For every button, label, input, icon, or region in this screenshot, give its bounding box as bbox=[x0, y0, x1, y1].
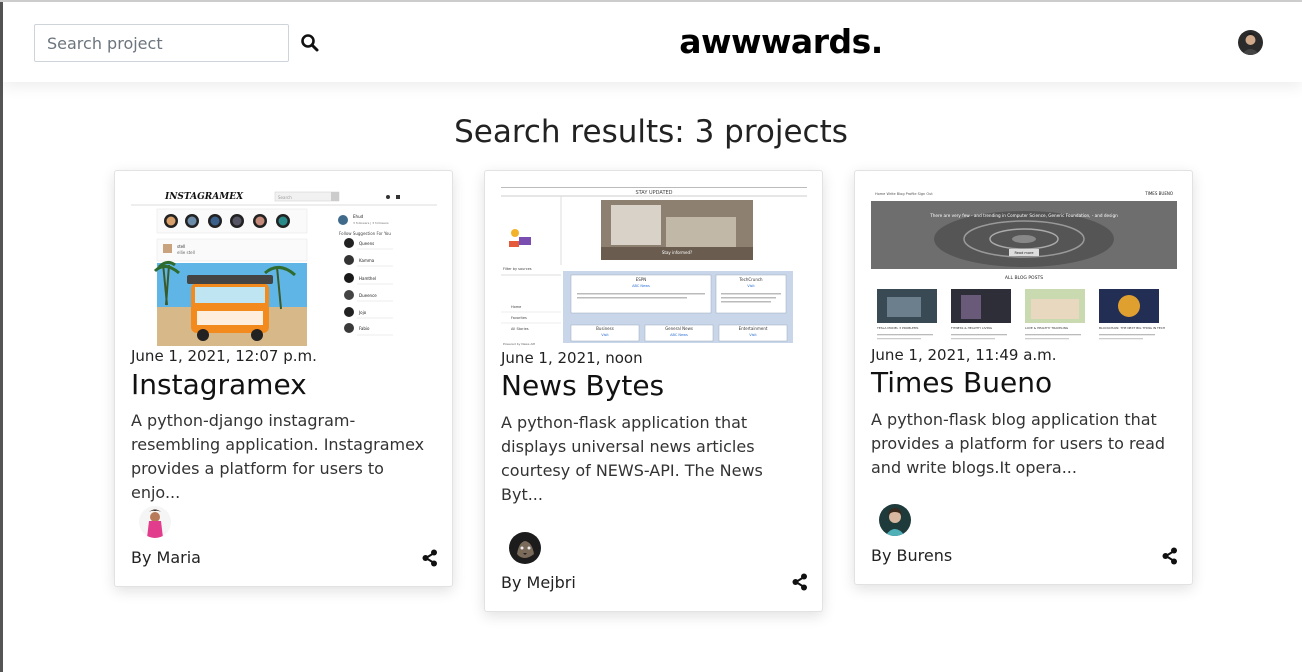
shot-post-caption: ellie stell bbox=[177, 250, 195, 255]
author-avatar[interactable] bbox=[139, 506, 171, 538]
shot-filter-label: Filter by sources bbox=[503, 267, 532, 271]
project-title[interactable]: Times Bueno bbox=[871, 366, 1052, 399]
share-icon[interactable] bbox=[421, 549, 439, 567]
user-avatar[interactable] bbox=[1238, 30, 1263, 55]
shot-hero-button: Read more bbox=[1015, 251, 1034, 255]
shot-source-link: Visit bbox=[747, 284, 755, 288]
page-title: Search results: 3 projects bbox=[454, 114, 848, 150]
shot-side-item: Favorites bbox=[511, 316, 527, 320]
shot-banner: STAY UPDATED bbox=[635, 190, 672, 196]
shot-suggestion-heading: Follow Suggestion For You bbox=[339, 231, 391, 236]
brand-logo[interactable]: awwwards. bbox=[3, 22, 1302, 61]
share-icon[interactable] bbox=[1161, 547, 1179, 565]
shot-source-link: Visit bbox=[601, 333, 609, 337]
project-author: By Maria bbox=[131, 548, 201, 567]
shot-source-link: ABC News bbox=[670, 333, 688, 337]
project-screenshot[interactable]: INSTAGRAMEX Search stell ellie stell Ehu… bbox=[131, 187, 437, 346]
author-avatar[interactable] bbox=[509, 532, 541, 564]
shot-source: Entertainment bbox=[739, 326, 768, 331]
navbar: awwwards. bbox=[3, 2, 1302, 82]
shot-suggestion: Fabio bbox=[359, 326, 370, 331]
project-card[interactable]: STAY UPDATED Stay informed? Filter by so… bbox=[484, 170, 823, 612]
shot-search: Search bbox=[278, 195, 292, 200]
shot-source: TechCrunch bbox=[738, 277, 763, 282]
shot-source-link: ABC News bbox=[632, 284, 650, 288]
shot-source: Business bbox=[596, 326, 614, 331]
shot-suggestion: Kamma bbox=[359, 258, 375, 263]
shot-post: LOVE & HEALTHY TRAVELING bbox=[1025, 326, 1069, 330]
author-avatar[interactable] bbox=[879, 504, 911, 536]
project-author: By Burens bbox=[871, 546, 953, 565]
project-date: June 1, 2021, noon bbox=[501, 349, 643, 367]
shot-suggestion: Dueence bbox=[359, 293, 377, 298]
shot-followers: 3 followers | 3 followers bbox=[353, 221, 389, 225]
shot-source-link: Visit bbox=[749, 333, 757, 337]
project-card[interactable]: Home Write Blog Profile Sign Out TIMES B… bbox=[854, 170, 1193, 585]
share-icon[interactable] bbox=[791, 573, 809, 591]
shot-side-item: All Stories bbox=[511, 327, 529, 331]
project-screenshot[interactable]: STAY UPDATED Stay informed? Filter by so… bbox=[501, 187, 807, 346]
project-author: By Mejbri bbox=[501, 573, 576, 592]
shot-post: TESLA MODEL 3 PROBLEMS bbox=[876, 326, 918, 330]
project-title[interactable]: Instagramex bbox=[131, 368, 307, 401]
project-date: June 1, 2021, 11:49 a.m. bbox=[871, 346, 1057, 364]
shot-section: ALL BLOG POSTS bbox=[1005, 275, 1043, 281]
project-date: June 1, 2021, 12:07 p.m. bbox=[131, 347, 317, 365]
project-description: A python-flask blog application that pro… bbox=[871, 410, 1166, 477]
shot-suggestion: Hamthel bbox=[359, 276, 376, 281]
project-description: A python-flask application that displays… bbox=[501, 413, 763, 504]
shot-source: General News bbox=[665, 326, 693, 331]
shot-nav: Home Write Blog Profile Sign Out bbox=[875, 192, 933, 196]
shot-suggestion: Queens bbox=[359, 241, 374, 246]
shot-post: FITNESS & HEALTHY LIVING bbox=[951, 326, 993, 330]
shot-side-item: Home bbox=[511, 305, 521, 309]
shot-brand: TIMES BUENO bbox=[1144, 191, 1173, 196]
project-card[interactable]: INSTAGRAMEX Search stell ellie stell Ehu… bbox=[114, 170, 453, 587]
shot-source: ESPN bbox=[636, 277, 646, 282]
project-screenshot[interactable]: Home Write Blog Profile Sign Out TIMES B… bbox=[871, 187, 1177, 346]
project-title[interactable]: News Bytes bbox=[501, 369, 664, 402]
shot-quote: There are very few - and trending in Com… bbox=[929, 213, 1118, 218]
shot-post-user: stell bbox=[177, 244, 185, 249]
shot-user: Ehud bbox=[353, 214, 364, 219]
shot-footer: Powered by News API bbox=[503, 342, 535, 346]
shot-hero-caption: Stay informed? bbox=[662, 250, 692, 255]
shot-post: BLOCKCHAIN: THE NEXT BIG THING IN TECH bbox=[1099, 326, 1165, 330]
window-left-edge bbox=[0, 0, 3, 672]
shot-suggestion: Jojo bbox=[358, 310, 367, 315]
project-description: A python-django instagram-resembling app… bbox=[131, 411, 425, 502]
shot-logo: INSTAGRAMEX bbox=[164, 192, 244, 202]
